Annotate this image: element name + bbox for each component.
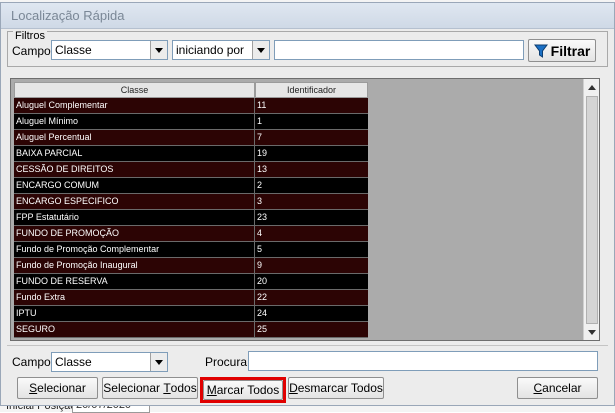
cell-classe: SEGURO	[14, 322, 255, 337]
cell-classe: FUNDO DE RESERVA	[14, 274, 255, 289]
chevron-down-icon[interactable]	[150, 41, 167, 59]
cell-classe: Fundo de Promoção Inaugural	[14, 258, 255, 273]
procura-input[interactable]	[248, 351, 598, 371]
cell-identificador: 9	[257, 260, 263, 270]
cell-classe: Aluguel Complementar	[14, 98, 255, 113]
cell-classe: Aluguel Percentual	[14, 130, 255, 145]
filter-operator-select[interactable]: iniciando por	[172, 40, 270, 60]
cell-identificador: 20	[257, 276, 268, 286]
table-row[interactable]: Fundo Extra 22	[14, 290, 368, 306]
filter-campo-label: Campo:	[12, 44, 55, 58]
table-row[interactable]: FUNDO DE RESERVA 20	[14, 274, 368, 290]
selecionar-todos-label: odos	[170, 381, 197, 395]
cell-identificador: 24	[257, 308, 268, 318]
table-header: Classe Identificador	[14, 82, 368, 98]
filter-campo-select[interactable]: Classe	[51, 40, 168, 60]
selecionar-todos-pre: Selecionar	[103, 381, 164, 395]
cell-identificador: 2	[257, 180, 263, 190]
cell-classe: Fundo Extra	[14, 290, 255, 305]
cell-identificador: 5	[257, 244, 263, 254]
filter-button-label: Filtrar	[550, 42, 591, 59]
divider	[7, 345, 608, 346]
cell-classe: ENCARGO ESPECIFICO	[14, 194, 255, 209]
filter-campo-value: Classe	[55, 43, 92, 57]
cell-classe: FUNDO DE PROMOÇÃO	[14, 226, 255, 241]
selecionar-todos-accel: T	[163, 381, 171, 395]
cell-identificador: 7	[257, 132, 263, 142]
filter-button[interactable]: Filtrar	[528, 39, 596, 62]
cell-identificador: 25	[257, 324, 268, 334]
search-campo-select[interactable]: Classe	[51, 352, 168, 372]
cell-identificador: 1	[257, 116, 263, 126]
table-row[interactable]: ENCARGO ESPECIFICO 3	[14, 194, 368, 210]
cell-classe: ENCARGO COMUM	[14, 178, 255, 193]
procura-label: Procura:	[205, 355, 251, 369]
scroll-down-icon[interactable]	[584, 324, 599, 340]
selecionar-todos-button[interactable]: Selecionar Todos	[102, 377, 198, 399]
filters-legend: Filtros	[13, 30, 47, 42]
cell-classe: IPTU	[14, 306, 255, 321]
selecionar-accel: S	[29, 381, 38, 395]
cell-identificador: 19	[257, 148, 268, 158]
table-row[interactable]: FUNDO DE PROMOÇÃO 4	[14, 226, 368, 242]
funnel-icon	[533, 44, 548, 58]
quick-search-dialog: Localização Rápida Filtros Campo: Classe…	[0, 2, 615, 406]
table-row[interactable]: Aluguel Mínimo 1	[14, 114, 368, 130]
column-header-identificador[interactable]: Identificador	[255, 82, 368, 98]
desmarcar-todos-accel: D	[289, 381, 298, 395]
scroll-thumb[interactable]	[586, 96, 598, 324]
filter-search-input[interactable]	[274, 40, 524, 60]
cell-classe: Fundo de Promoção Complementar	[14, 242, 255, 257]
column-header-classe[interactable]: Classe	[14, 82, 255, 98]
scroll-up-icon[interactable]	[584, 79, 599, 95]
cell-identificador: 4	[257, 228, 263, 238]
table-row[interactable]: CESSÃO DE DIREITOS 13	[14, 162, 368, 178]
table-row[interactable]: Fundo de Promoção Inaugural 9	[14, 258, 368, 274]
dialog-titlebar: Localização Rápida	[1, 3, 614, 29]
table-row[interactable]: IPTU 24	[14, 306, 368, 322]
filter-operator-value: iniciando por	[176, 43, 245, 57]
table-row[interactable]: ENCARGO COMUM 2	[14, 178, 368, 194]
cell-identificador: 3	[257, 196, 263, 206]
cell-identificador: 22	[257, 292, 268, 302]
selecionar-label: elecionar	[37, 381, 86, 395]
cell-classe: FPP Estatutário	[14, 210, 255, 225]
cell-identificador: 13	[257, 164, 268, 174]
chevron-down-icon[interactable]	[252, 41, 269, 59]
cancelar-button[interactable]: Cancelar	[517, 377, 598, 399]
desmarcar-todos-button[interactable]: Desmarcar Todos	[288, 377, 384, 399]
cancelar-accel: C	[533, 381, 543, 395]
dialog-title: Localização Rápida	[11, 8, 125, 23]
cell-identificador: 11	[257, 100, 267, 110]
cell-classe: Aluguel Mínimo	[14, 114, 255, 129]
table-row[interactable]: Fundo de Promoção Complementar 5	[14, 242, 368, 258]
cell-identificador: 23	[257, 212, 268, 222]
table-row[interactable]: FPP Estatutário 23	[14, 210, 368, 226]
vertical-scrollbar[interactable]	[583, 79, 599, 340]
results-grid[interactable]: Classe Identificador Aluguel Complementa…	[10, 78, 600, 341]
table-row[interactable]: BAIXA PARCIAL 19	[14, 146, 368, 162]
desmarcar-todos-label: esmarcar Todos	[297, 381, 383, 395]
table-row[interactable]: Aluguel Percentual 7	[14, 130, 368, 146]
cell-classe: CESSÃO DE DIREITOS	[14, 162, 255, 177]
cell-classe: BAIXA PARCIAL	[14, 146, 255, 161]
marcar-todos-highlight	[200, 377, 286, 403]
table-row[interactable]: SEGURO 25	[14, 322, 368, 338]
search-campo-label: Campo:	[12, 355, 55, 369]
results-table: Classe Identificador Aluguel Complementa…	[14, 82, 368, 338]
selecionar-button[interactable]: Selecionar	[17, 377, 98, 399]
cancelar-label: ancelar	[542, 381, 582, 395]
chevron-down-icon[interactable]	[150, 353, 167, 371]
table-row[interactable]: Aluguel Complementar 11	[14, 98, 368, 114]
table-body: Aluguel Complementar 11 Aluguel Mínimo 1 Alu…	[14, 98, 368, 338]
search-campo-value: Classe	[55, 355, 92, 369]
